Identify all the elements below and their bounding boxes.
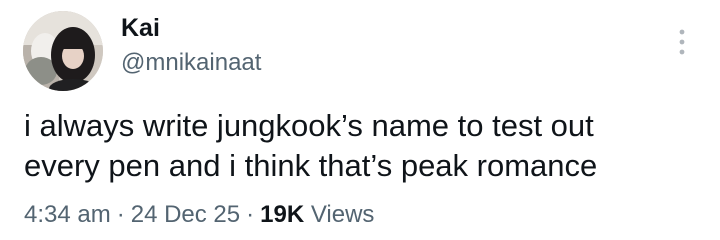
more-options-button[interactable] xyxy=(668,24,696,60)
tweet-time[interactable]: 4:34 am xyxy=(24,201,111,228)
views-label: Views xyxy=(310,201,375,228)
tweet-card: Kai @mnikainaat i always write jungkook’… xyxy=(0,0,720,240)
meta-separator: · xyxy=(116,201,125,228)
display-name[interactable]: Kai xyxy=(121,13,160,43)
avatar[interactable] xyxy=(23,11,103,91)
tweet-metadata: 4:34 am · 24 Dec 25 · 19K Views xyxy=(24,200,374,230)
user-handle[interactable]: @mnikainaat xyxy=(121,48,261,78)
tweet-text: i always write jungkook’s name to test o… xyxy=(24,108,598,183)
meta-separator: · xyxy=(246,201,255,228)
tweet-date[interactable]: 24 Dec 25 xyxy=(131,201,240,228)
more-vertical-icon xyxy=(679,29,685,55)
profile-photo xyxy=(23,11,103,91)
views-count[interactable]: 19K xyxy=(260,201,304,228)
